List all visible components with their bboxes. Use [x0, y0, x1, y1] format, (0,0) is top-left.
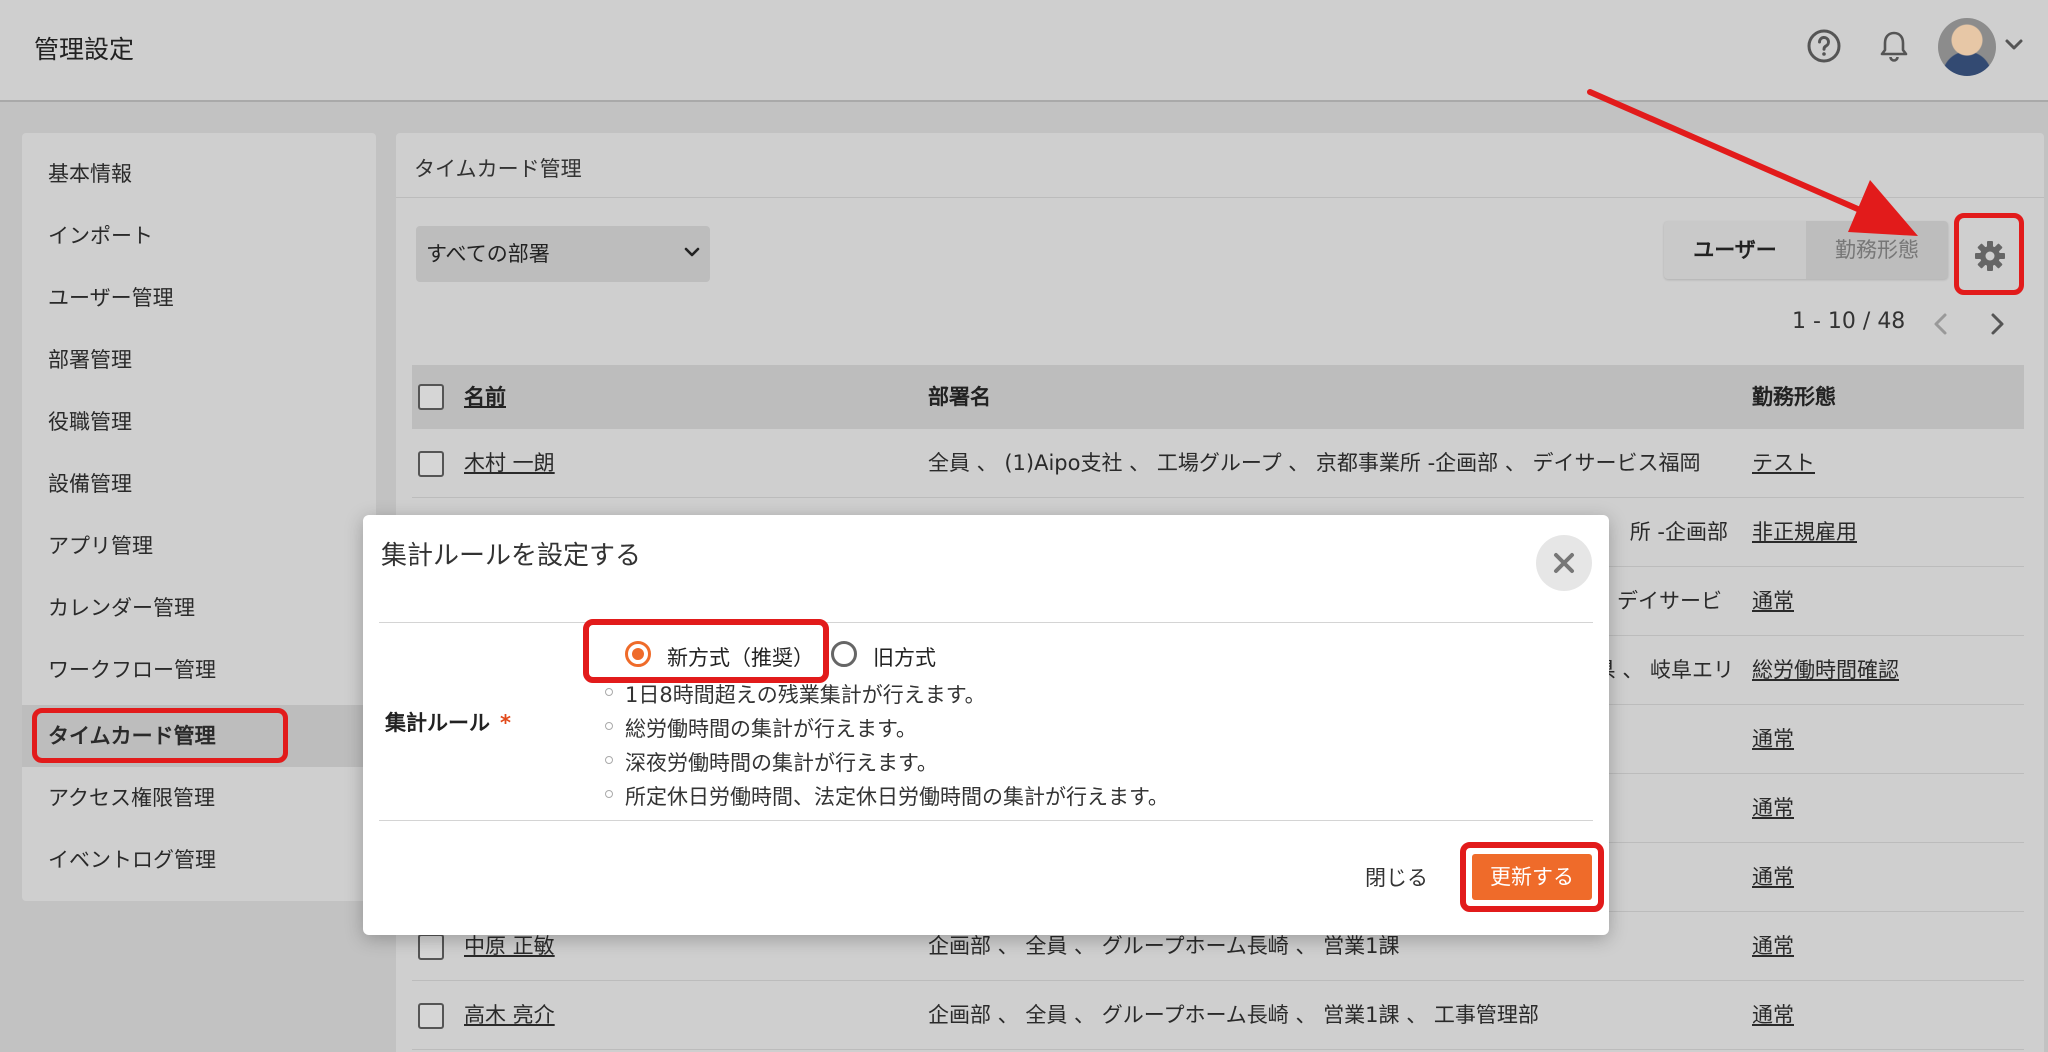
- required-mark: *: [500, 711, 511, 735]
- update-button[interactable]: 更新する: [1472, 854, 1592, 900]
- sidebar-item-eventlog[interactable]: イベントログ管理: [22, 829, 376, 891]
- sidebar-item-access[interactable]: アクセス権限管理: [22, 767, 376, 829]
- settings-button[interactable]: [1954, 213, 2024, 295]
- update-button-highlight: 更新する: [1460, 842, 1604, 912]
- avatar[interactable]: [1938, 18, 1996, 76]
- sidebar-item-departments[interactable]: 部署管理: [22, 329, 376, 391]
- pager-range: 1 - 10 / 48: [1792, 309, 1906, 334]
- close-icon: [1554, 553, 1574, 573]
- column-header-name[interactable]: 名前: [464, 365, 506, 429]
- note-item: 総労働時間の集計が行えます。: [605, 713, 917, 743]
- chevron-left-icon[interactable]: [1930, 311, 1952, 337]
- tab-users[interactable]: ユーザー: [1664, 221, 1806, 279]
- radio-old-method-label[interactable]: 旧方式: [873, 642, 936, 672]
- work-style-link[interactable]: 通常: [1752, 705, 1794, 774]
- work-style-link[interactable]: 通常: [1752, 567, 1794, 636]
- select-all-checkbox[interactable]: [418, 384, 444, 410]
- view-toggle: ユーザー 勤務形態: [1664, 221, 1948, 279]
- user-name-link[interactable]: 高木 亮介: [464, 981, 555, 1050]
- work-style-link[interactable]: テスト: [1752, 429, 1815, 498]
- radio-new-method[interactable]: [625, 641, 651, 667]
- table-header: 名前 部署名 勤務形態: [412, 365, 2024, 429]
- tab-work-styles[interactable]: 勤務形態: [1806, 221, 1948, 279]
- gear-icon: [1975, 241, 2005, 271]
- note-item: 1日8時間超えの残業集計が行えます。: [605, 679, 986, 709]
- department-cell: 企画部 、 全員 、 グループホーム長崎 、 営業1課 、 工事管理部: [928, 1003, 1539, 1027]
- department-cell: 全員 、 (1)Aipo支社 、 工場グループ 、 京都事業所 -企画部 、 デ…: [928, 451, 1701, 475]
- field-label-text: 集計ルール: [385, 711, 490, 735]
- help-icon[interactable]: [1806, 28, 1842, 64]
- sidebar-item-workflow[interactable]: ワークフロー管理: [22, 639, 376, 701]
- user-name-link[interactable]: 木村 一朗: [464, 429, 555, 498]
- work-style-link[interactable]: 通常: [1752, 981, 1794, 1050]
- table-row: 木村 一朗 全員 、 (1)Aipo支社 、 工場グループ 、 京都事業所 -企…: [412, 429, 2024, 498]
- divider: [379, 820, 1593, 821]
- sidebar-item-positions[interactable]: 役職管理: [22, 391, 376, 453]
- page-title: 管理設定: [34, 35, 135, 64]
- panel-title: タイムカード管理: [414, 157, 582, 181]
- row-checkbox[interactable]: [418, 934, 444, 960]
- chevron-down-icon: [684, 247, 700, 257]
- sidebar-item-apps[interactable]: アプリ管理: [22, 515, 376, 577]
- dialog-close-button[interactable]: [1536, 535, 1592, 591]
- column-header-department: 部署名: [928, 385, 991, 409]
- chevron-down-icon[interactable]: [2004, 38, 2024, 52]
- radio-old-method[interactable]: [831, 641, 857, 667]
- dialog-title: 集計ルールを設定する: [381, 541, 642, 571]
- sidebar-item-import[interactable]: インポート: [22, 205, 376, 267]
- sidebar-item-users[interactable]: ユーザー管理: [22, 267, 376, 329]
- radio-new-method-label[interactable]: 新方式（推奨）: [667, 642, 814, 672]
- work-style-link[interactable]: 通常: [1752, 774, 1794, 843]
- field-label: 集計ルール *: [385, 707, 511, 737]
- work-style-link[interactable]: 非正規雇用: [1752, 498, 1857, 567]
- app-header: 管理設定: [0, 0, 2048, 102]
- row-checkbox[interactable]: [418, 451, 444, 477]
- sidebar-item-basic-info[interactable]: 基本情報: [22, 143, 376, 205]
- bell-icon[interactable]: [1876, 28, 1912, 64]
- sidebar: 基本情報 インポート ユーザー管理 部署管理 役職管理 設備管理 アプリ管理 カ…: [22, 133, 376, 901]
- department-select[interactable]: すべての部署: [416, 226, 710, 282]
- column-header-work-style: 勤務形態: [1752, 385, 1836, 409]
- sidebar-item-timecard[interactable]: タイムカード管理: [22, 705, 376, 767]
- divider: [379, 622, 1593, 623]
- work-style-link[interactable]: 通常: [1752, 843, 1794, 912]
- note-item: 深夜労働時間の集計が行えます。: [605, 747, 938, 777]
- aggregation-rule-dialog: 集計ルールを設定する 集計ルール * 新方式（推奨） 旧方式 1日8時間超えの残業…: [363, 515, 1609, 935]
- work-style-link[interactable]: 通常: [1752, 912, 1794, 981]
- note-item: 所定休日労働時間、法定休日労働時間の集計が行えます。: [605, 781, 1169, 811]
- table-row: 高木 亮介 企画部 、 全員 、 グループホーム長崎 、 営業1課 、 工事管理…: [412, 981, 2024, 1050]
- divider: [396, 197, 2044, 198]
- chevron-right-icon[interactable]: [1986, 311, 2008, 337]
- department-select-value: すべての部署: [426, 242, 550, 266]
- sidebar-item-facilities[interactable]: 設備管理: [22, 453, 376, 515]
- close-button[interactable]: 閉じる: [1365, 862, 1428, 892]
- work-style-link[interactable]: 総労働時間確認: [1752, 636, 1899, 705]
- row-checkbox[interactable]: [418, 1003, 444, 1029]
- sidebar-item-calendar[interactable]: カレンダー管理: [22, 577, 376, 639]
